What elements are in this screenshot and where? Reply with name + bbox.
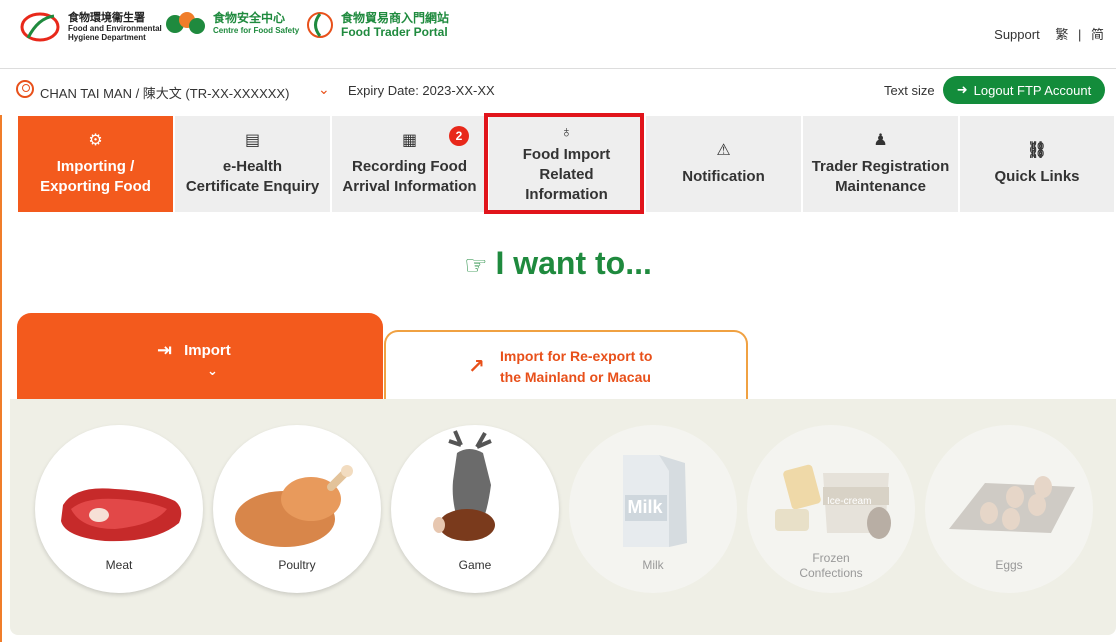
category-poultry[interactable]: Poultry xyxy=(213,425,381,593)
category-frozen-confections[interactable]: Ice-cream Frozen Confections xyxy=(747,425,915,593)
tab-quick-links[interactable]: ⛓ Quick Links xyxy=(960,116,1114,212)
category-eggs[interactable]: Eggs xyxy=(925,425,1093,593)
category-label-line1: Frozen xyxy=(812,551,850,565)
tab-recording-food-arrival[interactable]: ▦ 2 Recording Food Arrival Information xyxy=(332,116,487,212)
category-milk[interactable]: Milk Milk xyxy=(569,425,737,593)
tab-label: Exporting Food xyxy=(40,178,151,195)
ftp-name-en: Food Trader Portal xyxy=(341,25,448,39)
document-check-icon: ▤ xyxy=(244,132,261,149)
ftp-logo[interactable]: 食物貿易商入門網站 Food Trader Portal xyxy=(305,10,449,40)
fehd-name-en1: Food and Environmental xyxy=(68,23,162,33)
lang-simplified-link[interactable]: 简 xyxy=(1091,27,1104,42)
support-link[interactable]: Support xyxy=(994,27,1040,42)
link-icon: ⛓ xyxy=(1026,142,1048,159)
tab-trader-registration[interactable]: ♟ Trader Registration Maintenance xyxy=(803,116,958,212)
user-bar: CHAN TAI MAN / 陳大文 (TR-XX-XXXXXX) ⌄ Expi… xyxy=(0,69,1116,115)
fehd-name-en2: Hygiene Department xyxy=(68,32,146,42)
import-icon: ⇥ xyxy=(157,340,173,360)
tab-label: Recording Food xyxy=(352,158,467,175)
tab-import[interactable]: ⇥ Import ⌄ xyxy=(17,313,383,399)
cfs-logo[interactable]: 食物安全中心 Centre for Food Safety xyxy=(165,10,299,38)
external-link-icon: ↗ xyxy=(468,356,485,378)
server-icon: ▦ xyxy=(401,132,418,149)
fehd-logo-icon xyxy=(20,12,60,42)
category-label: Game xyxy=(458,558,492,572)
page-title: ☞ I want to... xyxy=(0,245,1116,282)
logout-button[interactable]: ➜ Logout FTP Account xyxy=(943,76,1105,104)
tab-label: Importing / xyxy=(56,158,135,175)
tab-label: e-Health xyxy=(222,158,283,175)
tab-notification[interactable]: ⚠ Notification xyxy=(646,116,801,212)
tab-label: Arrival Information xyxy=(342,178,477,195)
category-game[interactable]: Game xyxy=(391,425,559,593)
cfs-name-en: Centre for Food Safety xyxy=(213,26,300,35)
lang-traditional-link[interactable]: 繁 xyxy=(1055,27,1068,42)
cfs-logo-icon xyxy=(166,12,205,34)
user-name[interactable]: CHAN TAI MAN / 陳大文 (TR-XX-XXXXXX) xyxy=(40,83,289,102)
chevron-down-icon[interactable]: ⌄ xyxy=(318,81,330,98)
reexport-label-line1: Import for Re-export to xyxy=(500,348,653,364)
category-label: Poultry xyxy=(278,558,316,572)
fehd-name-zh: 食物環境衞生署 xyxy=(68,11,145,24)
tab-label: Quick Links xyxy=(994,168,1080,185)
expiry-date: Expiry Date: 2023-XX-XX xyxy=(348,83,495,98)
category-label: Milk xyxy=(642,558,664,572)
top-header: 食物環境衞生署 Food and Environmental Hygiene D… xyxy=(0,0,1116,68)
want-to-text: I want to... xyxy=(495,245,652,281)
ice-cream-label: Ice-cream xyxy=(827,496,872,507)
fehd-logo[interactable]: 食物環境衞生署 Food and Environmental Hygiene D… xyxy=(20,10,162,44)
highlight-box xyxy=(484,113,644,214)
tab-label: Trader Registration xyxy=(811,158,950,175)
alarm-icon: ⚠ xyxy=(716,142,731,159)
tab-importing-exporting[interactable]: ⚙ Importing / Exporting Food xyxy=(18,116,173,212)
ftp-logo-icon xyxy=(307,12,333,38)
logout-label: Logout FTP Account xyxy=(973,82,1092,98)
lang-separator: | xyxy=(1077,27,1082,42)
category-label-line2: Confections xyxy=(799,566,863,580)
category-label: Meat xyxy=(105,558,133,572)
logout-icon: ➜ xyxy=(956,82,968,97)
top-right-links: Support 繁 | 简 xyxy=(988,24,1104,43)
notification-badge: 2 xyxy=(449,126,469,146)
category-label: Eggs xyxy=(995,558,1023,572)
tab-label: Maintenance xyxy=(835,178,926,195)
pointing-hand-icon: ☞ xyxy=(464,250,488,280)
cogs-icon: ⚙ xyxy=(88,132,103,149)
text-size-control[interactable]: Text size xyxy=(884,83,935,98)
ftp-name-zh: 食物貿易商入門網站 xyxy=(341,11,450,25)
person-icon: ♟ xyxy=(873,132,888,149)
category-label: Frozen Confections xyxy=(747,551,915,581)
tab-label: Notification xyxy=(682,168,765,185)
tab-ehealth-certificate[interactable]: ▤ e-Health Certificate Enquiry xyxy=(175,116,330,212)
cfs-name-zh: 食物安全中心 xyxy=(213,11,286,25)
tab-label: Certificate Enquiry xyxy=(185,178,320,195)
user-icon xyxy=(16,80,34,98)
tab-import-reexport[interactable]: ↗ Import for Re-export to the Mainland o… xyxy=(384,330,748,399)
import-label: Import xyxy=(184,342,231,359)
reexport-label-line2: the Mainland or Macau xyxy=(500,369,651,385)
category-meat[interactable]: Meat xyxy=(35,425,203,593)
milk-carton-text: Milk xyxy=(627,497,663,517)
chevron-down-icon: ⌄ xyxy=(207,363,218,378)
